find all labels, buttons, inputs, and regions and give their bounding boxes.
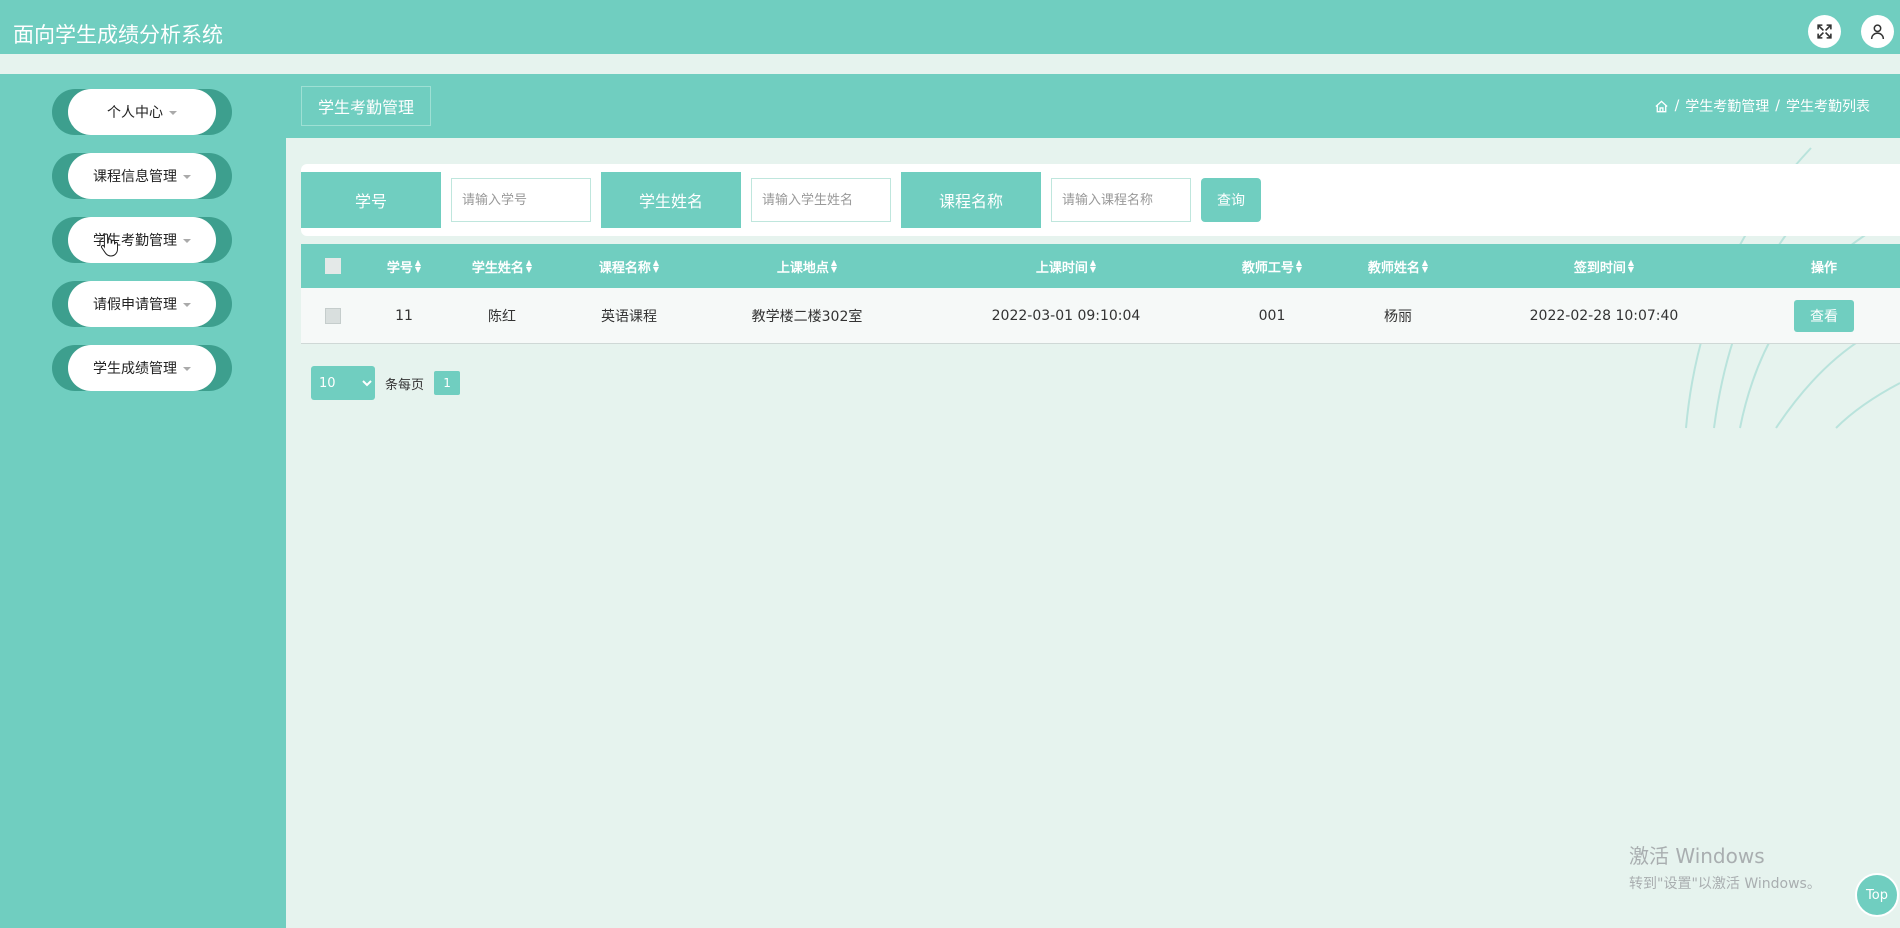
sort-icon: ▲ ▼ (1089, 258, 1097, 274)
sidebar-item-pill[interactable]: 学生成绩管理 (68, 345, 216, 391)
cell-checkin-time: 2022-02-28 10:07:40 (1529, 307, 1679, 324)
sort-icon: ▲ ▼ (414, 258, 422, 274)
caret-down-icon (169, 111, 177, 115)
sort-icon: ▲ ▼ (830, 258, 838, 274)
page-header: 学生考勤管理 / 学生考勤管理 / 学生考勤列表 (286, 74, 1900, 138)
sidebar-item-pill[interactable]: 课程信息管理 (68, 153, 216, 199)
column-header-checkin-time[interactable]: 签到时间 ▲ ▼ (1574, 244, 1634, 288)
course-name-input[interactable] (1051, 178, 1191, 222)
per-page-label: 条每页 (385, 377, 425, 393)
column-header-student-name[interactable]: 学生姓名 ▲ ▼ (472, 244, 532, 288)
column-header-class-time[interactable]: 上课时间 ▲ ▼ (1036, 244, 1096, 288)
sidebar-item-pill[interactable]: 请假申请管理 (68, 281, 216, 327)
sidebar-item-leave-request[interactable]: 请假申请管理 (52, 281, 232, 327)
select-all-checkbox[interactable] (325, 258, 341, 274)
caret-down-icon (183, 367, 191, 371)
sidebar-item-grades[interactable]: 学生成绩管理 (52, 345, 232, 391)
back-to-top-button[interactable]: Top (1855, 873, 1899, 917)
user-button[interactable] (1861, 15, 1894, 48)
windows-activation-watermark: 激活 Windows 转到"设置"以激活 Windows。 (1629, 840, 1821, 893)
search-panel: 学号 学生姓名 课程名称 查询 (301, 164, 1900, 236)
cell-student-name: 陈红 (488, 308, 516, 325)
sidebar-item-pill[interactable]: 个人中心 (68, 89, 216, 135)
sort-icon: ▲ ▼ (1421, 258, 1429, 274)
view-button[interactable]: 查看 (1794, 299, 1854, 332)
breadcrumb-level2: 学生考勤列表 (1786, 99, 1870, 115)
sidebar-item-label: 个人中心 (107, 105, 163, 121)
main-content: 学生考勤管理 / 学生考勤管理 / 学生考勤列表 学号 学生姓名 课程名称 查询… (286, 74, 1900, 928)
page-title: 学生考勤管理 (301, 86, 432, 126)
column-header-teacher-id[interactable]: 教师工号 ▲ ▼ (1242, 244, 1302, 288)
top-bar: 面向学生成绩分析系统 (0, 0, 1900, 62)
course-name-label: 课程名称 (901, 172, 1041, 228)
column-header-teacher-name[interactable]: 教师姓名 ▲ ▼ (1368, 244, 1428, 288)
cell-location: 教学楼二楼302室 (751, 308, 863, 325)
table-row: 11 陈红 英语课程 教学楼二楼302室 2022-03-01 09:10:04… (301, 288, 1900, 344)
cell-actions: 查看 (1794, 288, 1854, 343)
sidebar-item-label: 课程信息管理 (93, 169, 177, 185)
student-id-input[interactable] (451, 178, 591, 222)
query-button[interactable]: 查询 (1201, 178, 1261, 222)
sidebar-item-label: 请假申请管理 (93, 297, 177, 313)
caret-down-icon (183, 303, 191, 307)
user-icon (1870, 24, 1885, 40)
sort-icon: ▲ ▼ (1295, 258, 1303, 274)
sort-icon: ▲ ▼ (1627, 258, 1635, 274)
breadcrumb: / 学生考勤管理 / 学生考勤列表 (1654, 96, 1870, 116)
page-number-button[interactable]: 1 (434, 371, 461, 395)
breadcrumb-level1[interactable]: 学生考勤管理 (1685, 96, 1769, 116)
caret-down-icon (183, 175, 191, 179)
select-all-cell (325, 244, 341, 288)
column-header-student-id[interactable]: 学号 ▲ ▼ (387, 244, 421, 288)
attendance-table: 学号 ▲ ▼ 学生姓名 ▲ ▼ 课程名称 ▲ ▼ 上课地点 ▲ ▼ 上课时间 ▲ ▼ 教师工号 ▲ ▼ … (301, 244, 1900, 344)
cell-course-name: 英语课程 (601, 308, 657, 325)
cell-teacher-id: 001 (1258, 307, 1286, 324)
watermark-line1: 激活 Windows (1629, 844, 1765, 868)
sidebar-item-pill[interactable]: 学生考勤管理 (68, 217, 216, 263)
cell-teacher-name: 杨丽 (1384, 308, 1412, 325)
cell-student-id: 11 (395, 307, 413, 324)
sidebar-item-course-info[interactable]: 课程信息管理 (52, 153, 232, 199)
sidebar: 个人中心 课程信息管理 学生考勤管理 请假申请管理 学生成绩管理 (0, 74, 286, 928)
column-header-course-name[interactable]: 课程名称 ▲ ▼ (599, 244, 659, 288)
breadcrumb-separator: / (1775, 98, 1780, 114)
sidebar-item-label: 学生成绩管理 (93, 361, 177, 377)
caret-down-icon (183, 239, 191, 243)
cell-class-time: 2022-03-01 09:10:04 (991, 307, 1141, 324)
student-id-label: 学号 (301, 172, 441, 228)
fullscreen-icon (1817, 24, 1832, 39)
sort-icon: ▲ ▼ (525, 258, 533, 274)
row-select-cell (325, 288, 341, 343)
sidebar-item-personal-center[interactable]: 个人中心 (52, 89, 232, 135)
column-header-actions: 操作 (1810, 260, 1838, 276)
table-header: 学号 ▲ ▼ 学生姓名 ▲ ▼ 课程名称 ▲ ▼ 上课地点 ▲ ▼ 上课时间 ▲ ▼ 教师工号 ▲ ▼ … (301, 244, 1900, 288)
column-header-location[interactable]: 上课地点 ▲ ▼ (777, 244, 837, 288)
sort-icon: ▲ ▼ (652, 258, 660, 274)
student-name-input[interactable] (751, 178, 891, 222)
page-size-select[interactable]: 10 (311, 366, 375, 400)
student-name-label: 学生姓名 (601, 172, 741, 228)
hand-cursor-icon (100, 233, 118, 257)
pagination: 10 条每页 1 (311, 366, 461, 400)
row-checkbox[interactable] (325, 307, 341, 324)
breadcrumb-separator: / (1674, 98, 1680, 114)
sidebar-item-attendance[interactable]: 学生考勤管理 (52, 217, 232, 263)
fullscreen-button[interactable] (1808, 15, 1841, 48)
home-icon[interactable] (1654, 99, 1669, 114)
watermark-line2: 转到"设置"以激活 Windows。 (1629, 876, 1821, 892)
app-title: 面向学生成绩分析系统 (13, 23, 223, 47)
